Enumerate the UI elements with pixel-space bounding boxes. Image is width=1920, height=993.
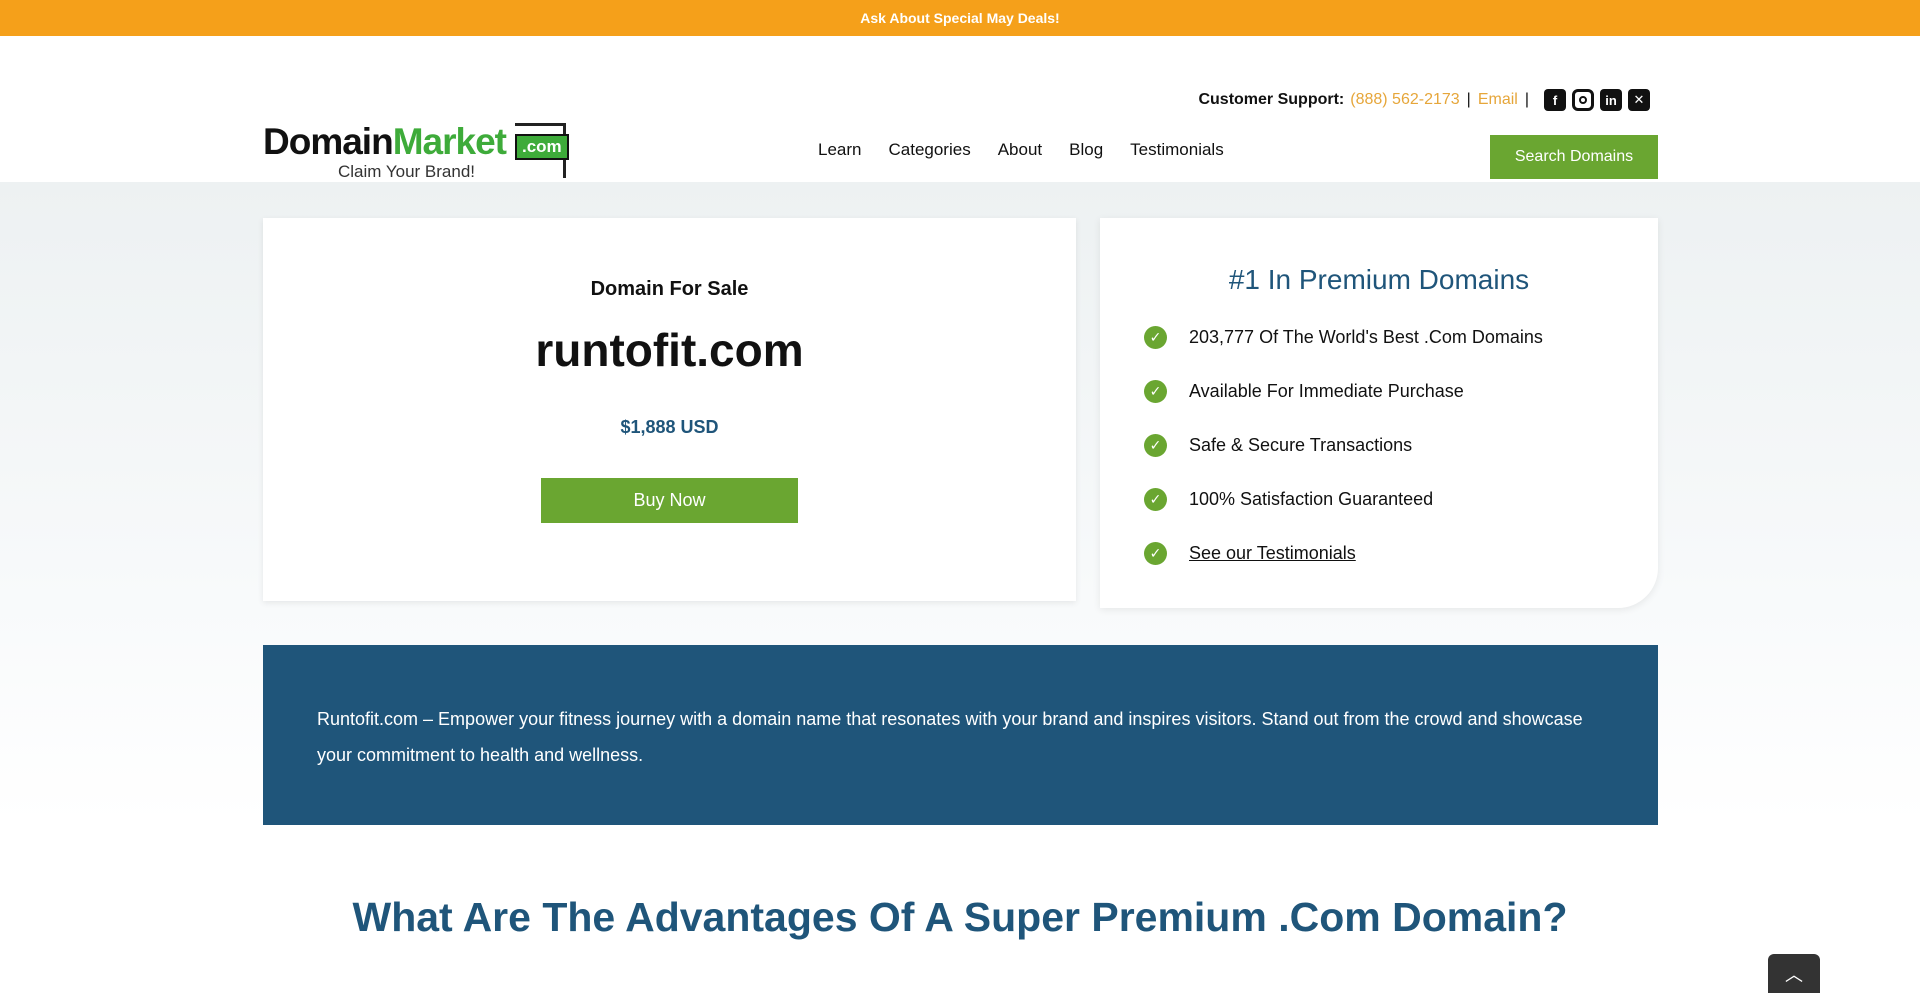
instagram-icon[interactable] — [1572, 89, 1594, 111]
nav-item-about[interactable]: About — [998, 140, 1042, 160]
benefits-title: #1 In Premium Domains — [1228, 264, 1530, 295]
benefit-text: Available For Immediate Purchase — [1189, 380, 1464, 401]
divider: | — [1466, 91, 1471, 108]
buy-now-button[interactable]: Buy Now — [541, 478, 798, 523]
list-item: ✓ Available For Immediate Purchase — [1144, 364, 1658, 418]
facebook-icon[interactable]: f — [1544, 89, 1566, 111]
listing-subtitle: Domain For Sale — [590, 278, 749, 300]
logo-tld-badge: .com — [515, 134, 569, 160]
logo-word-market: Market — [392, 121, 507, 162]
nav-item-categories[interactable]: Categories — [888, 140, 970, 160]
nav-item-testimonials[interactable]: Testimonials — [1130, 140, 1224, 160]
benefits-list: ✓ 203,777 Of The World's Best .Com Domain… — [1100, 310, 1658, 580]
domain-price: $1,888 USD — [620, 417, 719, 437]
domain-description: Runtofit.com – Empower your fitness jour… — [263, 645, 1658, 825]
customer-support: Customer Support: (888) 562-2173 | Email… — [1198, 88, 1650, 112]
social-links: f in ✕ — [1544, 89, 1650, 111]
promo-banner[interactable]: Ask About Special May Deals! — [0, 0, 1920, 36]
check-circle-icon: ✓ — [1144, 487, 1167, 511]
list-item: ✓ See our Testimonials — [1144, 526, 1658, 580]
linkedin-icon[interactable]: in — [1600, 89, 1622, 111]
phone-link[interactable]: (888) 562-2173 — [1350, 91, 1459, 109]
logo-tagline: Claim Your Brand! — [338, 162, 476, 181]
domain-listing-card: Domain For Sale runtofit.com $1,888 USD … — [263, 218, 1076, 601]
logo-sign-bar — [515, 123, 566, 126]
benefits-card: #1 In Premium Domains ✓ 203,777 Of The Wo… — [1100, 218, 1658, 608]
check-circle-icon: ✓ — [1144, 325, 1167, 349]
benefit-text: 203,777 Of The World's Best .Com Domains — [1189, 326, 1543, 347]
list-item: ✓ 100% Satisfaction Guaranteed — [1144, 472, 1658, 526]
email-link[interactable]: Email — [1478, 91, 1518, 109]
chevron-up-icon: ︿ — [1785, 964, 1803, 985]
domain-name: runtofit.com — [535, 324, 804, 376]
search-domains-button[interactable]: Search Domains — [1490, 135, 1658, 179]
nav-item-blog[interactable]: Blog — [1069, 140, 1103, 160]
logo-word-domain: Domain — [263, 121, 394, 162]
benefit-text: 100% Satisfaction Guaranteed — [1189, 488, 1434, 509]
check-circle-icon: ✓ — [1144, 541, 1167, 565]
list-item: ✓ Safe & Secure Transactions — [1144, 418, 1658, 472]
main-nav: Learn Categories About Blog Testimonials — [818, 140, 1224, 160]
site-header: Customer Support: (888) 562-2173 | Email… — [0, 36, 1920, 182]
description-text: Runtofit.com – Empower your fitness jour… — [317, 709, 1583, 765]
list-item: ✓ 203,777 Of The World's Best .Com Domain… — [1144, 310, 1658, 364]
logo-wordmark: DomainMarket — [263, 121, 507, 162]
benefit-text: Safe & Secure Transactions — [1189, 434, 1413, 455]
promo-banner-text[interactable]: Ask About Special May Deals! — [860, 10, 1059, 26]
check-circle-icon: ✓ — [1144, 379, 1167, 403]
support-label: Customer Support: — [1198, 91, 1345, 108]
x-twitter-icon[interactable]: ✕ — [1628, 89, 1650, 111]
site-logo[interactable]: DomainMarket .com Claim Your Brand! — [263, 122, 573, 182]
check-circle-icon: ✓ — [1144, 433, 1167, 457]
scroll-to-top-button[interactable]: ︿ — [1768, 954, 1820, 993]
testimonials-link[interactable]: See our Testimonials — [1189, 543, 1356, 564]
advantages-heading: What Are The Advantages Of A Super Premi… — [352, 894, 1568, 940]
nav-item-learn[interactable]: Learn — [818, 140, 861, 160]
divider: | — [1524, 91, 1529, 108]
